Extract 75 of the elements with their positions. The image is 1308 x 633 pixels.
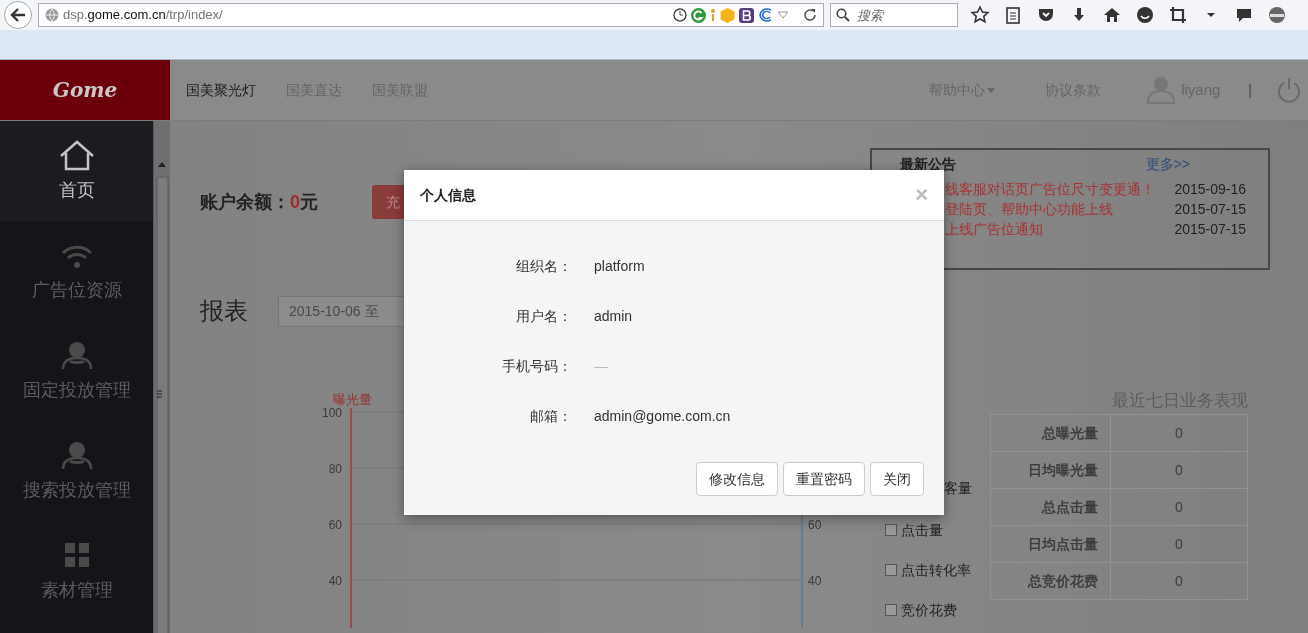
notice-date: 2015-07-15	[1174, 200, 1246, 219]
clipboard-icon[interactable]	[1003, 5, 1023, 25]
metric-label: 客量	[944, 478, 972, 498]
axis-tick: 60	[328, 517, 342, 534]
b-badge-icon[interactable]	[739, 7, 754, 23]
back-arrow-icon	[10, 8, 26, 22]
axis-tick: 60	[808, 517, 822, 534]
table-cell: 总曝光量	[990, 414, 1111, 452]
table-cell: 0	[1110, 525, 1248, 563]
reload-icon[interactable]	[803, 8, 817, 22]
table-cell: 总竞价花费	[990, 562, 1111, 600]
sidebar-item[interactable]: 搜索投放管理	[0, 421, 153, 521]
separator: |	[1248, 80, 1252, 100]
axis-tick: 40	[328, 573, 342, 590]
field-label: 邮箱：	[529, 406, 572, 426]
balance-amount: 0	[290, 190, 300, 214]
nav-tab[interactable]: 国美聚光灯	[186, 79, 256, 101]
globe-icon	[45, 8, 59, 22]
close-button[interactable]: ×	[915, 184, 928, 206]
swirl-icon[interactable]	[758, 8, 773, 22]
metric-checkbox[interactable]: 点击转化率	[885, 550, 990, 590]
dropdown-icon[interactable]	[777, 11, 789, 19]
sidebar-item[interactable]: 固定投放管理	[0, 321, 153, 421]
balance-label: 账户余额：	[200, 190, 290, 214]
table-cell: 日均曝光量	[990, 451, 1111, 489]
caret-icon	[987, 87, 996, 93]
more-link[interactable]: 更多>>	[1145, 154, 1190, 175]
notice-link[interactable]: 上线广告位通知	[945, 219, 1159, 239]
axis-tick: 80	[328, 461, 342, 478]
field-value: —	[594, 356, 608, 376]
crop-icon[interactable]	[1168, 5, 1188, 25]
smiley-icon[interactable]	[1135, 5, 1155, 25]
table-cell: 总点击量	[990, 488, 1111, 526]
sidebar-item[interactable]: 首页	[0, 121, 153, 221]
axis-tick: 40	[808, 573, 822, 590]
report-title: 报表	[200, 296, 248, 326]
balance-unit: 元	[300, 190, 318, 214]
dialog-button[interactable]: 关闭	[870, 462, 924, 496]
back-button[interactable]	[4, 1, 32, 29]
clock-icon[interactable]	[673, 8, 687, 22]
table-cell: 0	[1110, 414, 1248, 452]
notice-date: 2015-07-15	[1174, 220, 1246, 239]
dialog-button[interactable]: 重置密码	[783, 462, 865, 496]
field-value: admin	[594, 306, 633, 326]
search-field[interactable]: 搜索	[830, 3, 958, 27]
sidebar-label: 搜索投放管理	[22, 478, 131, 502]
scrollbar[interactable]	[153, 121, 170, 633]
metric-checkbox[interactable]: 点击量	[885, 510, 990, 550]
field-label: 用户名：	[515, 306, 572, 326]
field-value: admin@gome.com.cn	[594, 406, 731, 426]
table-cell: 日均点击量	[990, 525, 1111, 563]
table-cell: 0	[1110, 451, 1248, 489]
sidebar-label: 首页	[58, 178, 95, 202]
notice-date: 2015-09-16	[1174, 180, 1246, 199]
sidebar-item[interactable]: 素材管理	[0, 521, 153, 621]
field-label: 手机号码：	[501, 356, 572, 376]
field-value: platform	[594, 256, 645, 276]
sidebar-label: 广告位资源	[31, 278, 122, 302]
notice-link[interactable]: 登陆页、帮助中心功能上线	[945, 199, 1159, 219]
home-icon[interactable]	[1102, 5, 1122, 25]
axis-tick: 100	[321, 406, 342, 422]
sidebar-item[interactable]: 广告位资源	[0, 221, 153, 321]
address-bar[interactable]: dsp.gome.com.cn/trp/index/	[38, 3, 824, 27]
notice-link[interactable]: 线客服对话页广告位尺寸变更通！	[945, 179, 1159, 199]
star-icon[interactable]	[970, 5, 990, 25]
table-cell: 0	[1110, 488, 1248, 526]
sidebar-label: 素材管理	[40, 578, 113, 602]
logo[interactable]: Gome	[0, 60, 170, 120]
dialog-button[interactable]: 修改信息	[696, 462, 778, 496]
sidebar-label: 固定投放管理	[22, 378, 131, 402]
url-text: dsp.gome.com.cn/trp/index/	[63, 6, 224, 25]
metric-checkbox[interactable]: 竞价花费	[885, 590, 990, 630]
table-cell: 0	[1110, 562, 1248, 600]
field-label: 组织名：	[515, 256, 572, 276]
axis-label: 曝光量	[333, 391, 372, 408]
